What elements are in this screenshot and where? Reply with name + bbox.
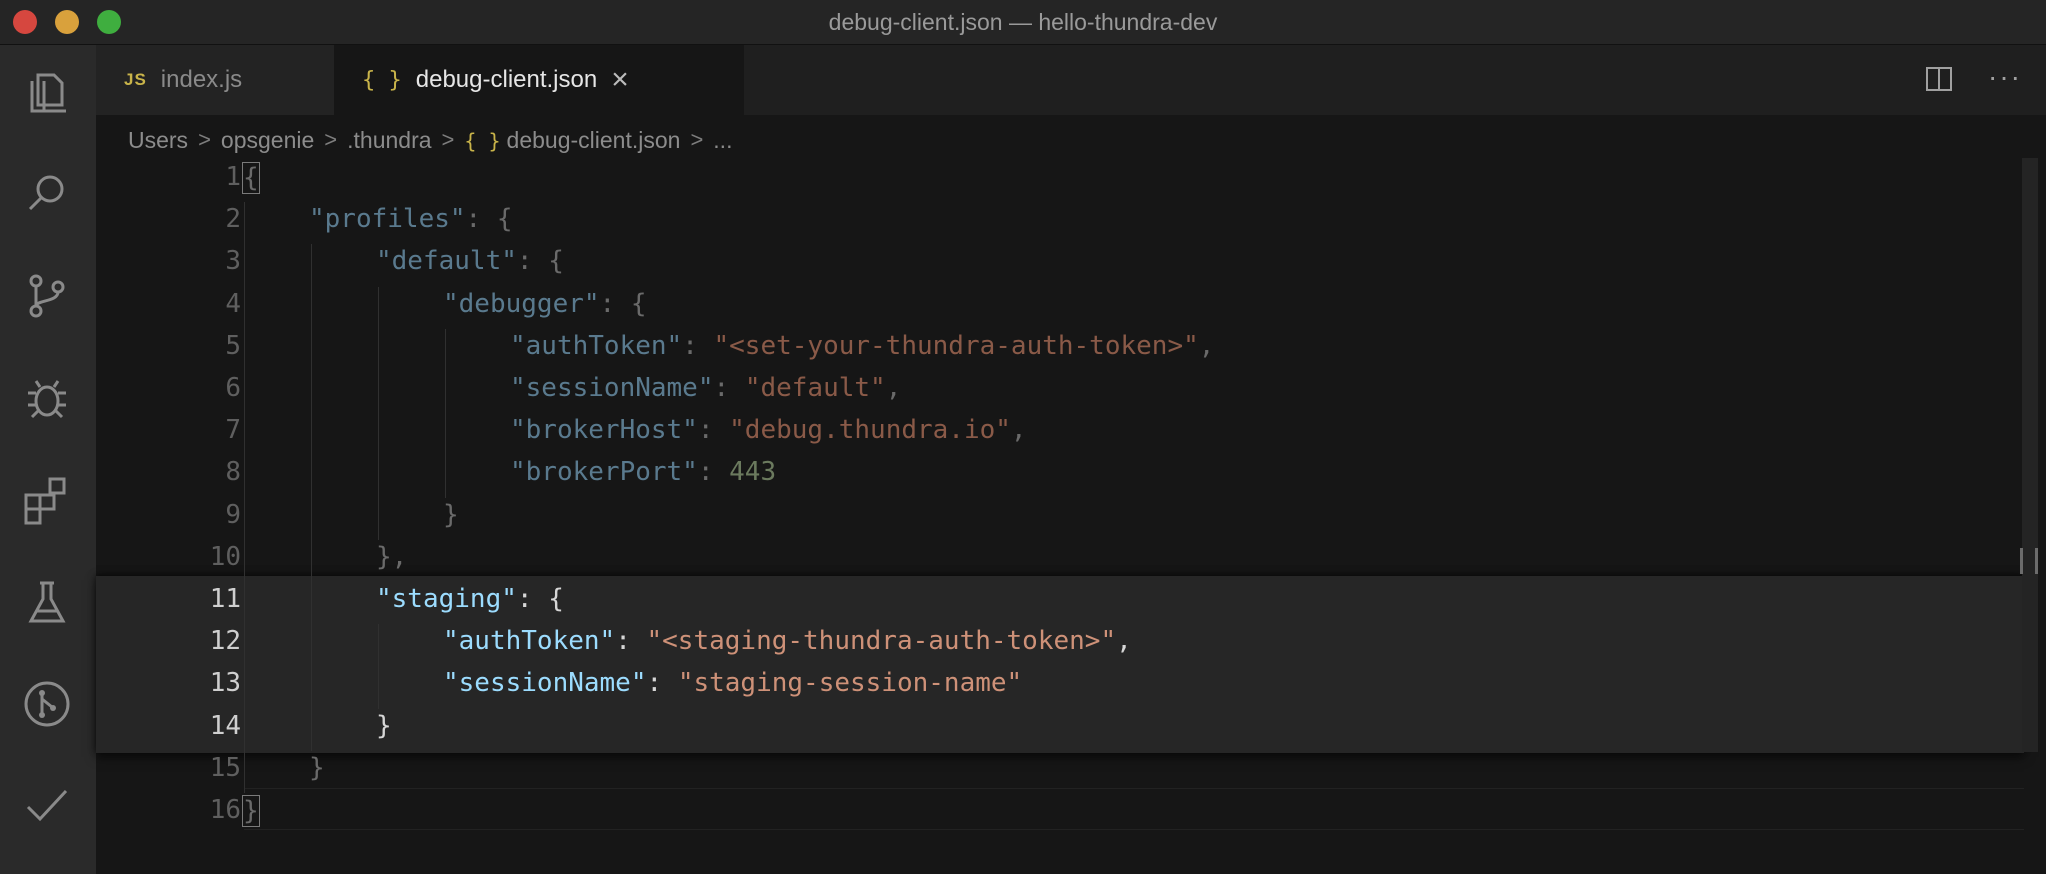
line-number: 13 [209, 668, 241, 699]
code-text: }, [376, 541, 408, 572]
chevron-right-icon: > [690, 127, 704, 152]
indent-guide [244, 202, 245, 793]
chevron-right-icon: > [198, 127, 211, 152]
line-number: 6 [225, 373, 241, 403]
line-number: 15 [209, 752, 241, 783]
breadcrumb-item[interactable]: .thundra [347, 127, 431, 154]
code-line[interactable]: 4 "debugger": { [96, 285, 2024, 327]
code-line[interactable]: 7 "brokerHost": "debug.thundra.io", [96, 411, 2024, 453]
breadcrumb-item-file[interactable]: { } debug-client.json [464, 127, 680, 154]
code-line[interactable]: 9} [96, 496, 2024, 538]
git-graph-icon[interactable] [20, 677, 74, 731]
json-file-icon: { } [362, 67, 402, 93]
window-title: debug-client.json — hello-thundra-dev [828, 9, 1218, 35]
breadcrumb-item-symbols[interactable]: ... [713, 127, 732, 154]
line-number: 1 [225, 162, 241, 192]
indent-guide [311, 244, 312, 751]
line-number: 4 [225, 288, 241, 319]
more-actions-icon[interactable]: ··· [1988, 63, 2022, 91]
code-text: "default": { [376, 246, 564, 277]
breadcrumb: Users > opsgenie > .thundra > { } debug-c… [128, 122, 732, 158]
line-number: 11 [209, 584, 241, 614]
checkmark-icon[interactable] [20, 779, 74, 833]
code-line[interactable]: 14} [96, 707, 2024, 749]
code-line[interactable]: 6 "sessionName": "default", [96, 369, 2024, 411]
code-line[interactable]: 3 "default": { [96, 242, 2024, 284]
javascript-file-icon: JS [124, 70, 147, 89]
tab-bar: JS index.js { } debug-client.json × ··· [96, 45, 2046, 115]
code-text: "authToken": "<set-your-thundra-auth-tok… [510, 330, 1215, 361]
source-control-icon[interactable] [20, 269, 74, 323]
title-bar: debug-client.json — hello-thundra-dev [0, 0, 2046, 45]
code-line[interactable]: 5 "authToken": "<set-your-thundra-auth-to… [96, 327, 2024, 369]
line-number: 9 [225, 499, 241, 530]
code-text: } [242, 795, 260, 827]
line-number: 12 [209, 626, 241, 657]
breadcrumb-item[interactable]: opsgenie [221, 127, 314, 154]
editor-actions: ··· [1926, 63, 2022, 91]
line-number: 7 [225, 415, 241, 446]
line-number: 3 [225, 246, 241, 277]
json-file-icon: { } [464, 128, 501, 153]
code-line[interactable]: 2 "profiles": { [96, 200, 2024, 242]
testing-icon[interactable] [20, 575, 74, 629]
indent-guide [378, 624, 379, 709]
code-line[interactable]: 16} [96, 791, 2024, 833]
code-line[interactable]: 8 "brokerPort": 443 [96, 453, 2024, 495]
line-number: 14 [209, 710, 241, 741]
indent-guide [378, 286, 379, 540]
code-text: "sessionName": "default", [510, 373, 902, 403]
code-line[interactable]: 11 "staging": { [96, 580, 2024, 622]
code-line[interactable]: 1{ [96, 158, 2024, 200]
indent-guide [445, 328, 446, 498]
chevron-right-icon: > [441, 127, 455, 152]
code-text: } [376, 710, 392, 741]
line-number: 2 [225, 204, 241, 235]
chevron-right-icon: > [324, 127, 338, 152]
code-text: "sessionName": "staging-session-name" [443, 668, 1023, 699]
tab-label: debug-client.json [415, 66, 598, 93]
tab-label: index.js [160, 66, 243, 93]
editor-window: debug-client.json — hello-thundra-dev JS… [0, 0, 2046, 874]
split-editor-icon[interactable] [1926, 67, 1953, 91]
line-number: 10 [209, 541, 241, 572]
line-number: 5 [225, 330, 241, 361]
code-editor[interactable]: 1{2 "profiles": {3 "default": {4 "debugger"… [96, 158, 2046, 874]
line-number: 16 [209, 795, 241, 825]
code-line[interactable]: 15} [96, 749, 2024, 791]
code-text: } [309, 752, 325, 783]
vertical-scrollbar[interactable] [2022, 158, 2038, 752]
tab-index-js[interactable]: JS index.js [96, 45, 334, 115]
debug-icon[interactable] [20, 371, 74, 425]
code-text: "debugger": { [443, 288, 647, 319]
scrollbar-cursor-marker [2020, 548, 2038, 574]
code-text: "authToken": "<staging-thundra-auth-toke… [443, 626, 1132, 657]
activity-bar [0, 45, 96, 874]
code-text: } [443, 499, 459, 530]
code-line[interactable]: 12 "authToken": "<staging-thundra-auth-to… [96, 622, 2024, 664]
code-text: "brokerPort": 443 [510, 457, 777, 488]
search-icon[interactable] [20, 167, 74, 221]
code-text: "brokerHost": "debug.thundra.io", [510, 415, 1027, 446]
code-line[interactable]: 10}, [96, 538, 2024, 580]
code-line[interactable]: 13 "sessionName": "staging-session-name" [96, 664, 2024, 706]
tab-debug-client-json[interactable]: { } debug-client.json × [334, 45, 744, 115]
close-tab-icon[interactable]: × [611, 65, 629, 95]
explorer-icon[interactable] [20, 65, 74, 119]
code-text: "profiles": { [309, 204, 513, 235]
extensions-icon[interactable] [20, 473, 74, 527]
breadcrumb-item[interactable]: Users [128, 127, 188, 154]
code-text: { [242, 162, 260, 194]
code-text: "staging": { [376, 584, 564, 614]
line-number: 8 [225, 457, 241, 488]
